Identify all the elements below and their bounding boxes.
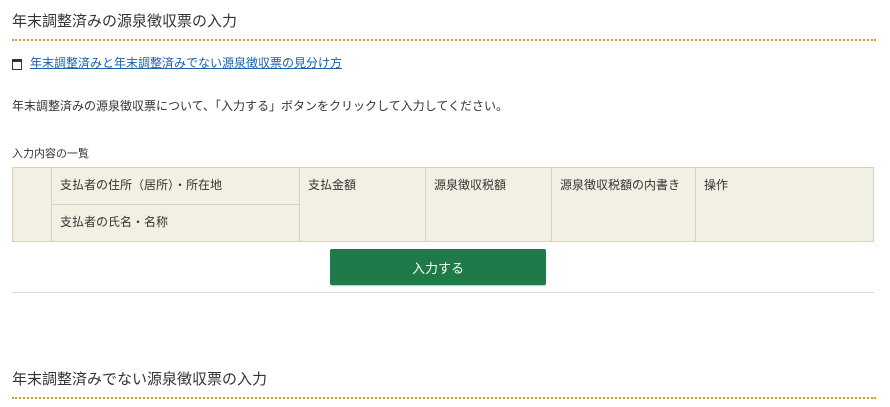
section-title-adjusted: 年末調整済みの源泉徴収票の入力 <box>12 11 876 41</box>
header-operation: 操作 <box>695 167 874 242</box>
help-link-row: 年末調整済みと年末調整済みでない源泉徴収票の見分け方 <box>12 55 342 71</box>
help-link[interactable]: 年末調整済みと年末調整済みでない源泉徴収票の見分け方 <box>30 55 342 71</box>
divider <box>12 292 874 293</box>
header-amount: 支払金額 <box>299 167 426 242</box>
input-button[interactable]: 入力する <box>330 249 546 285</box>
header-payer-name: 支払者の氏名・名称 <box>51 204 300 242</box>
header-withholding-tax: 源泉徴収税額 <box>425 167 552 242</box>
new-window-icon <box>12 59 22 70</box>
blank-header-cell <box>12 167 52 242</box>
input-list-table: 支払者の住所（居所）・所在地 支払金額 源泉徴収税額 源泉徴収税額の内書き 操作… <box>12 167 874 242</box>
page: 年末調整済みの源泉徴収票の入力 年末調整済みと年末調整済みでない源泉徴収票の見分… <box>0 0 890 407</box>
header-payer-address: 支払者の住所（居所）・所在地 <box>51 167 300 205</box>
instruction-text: 年末調整済みの源泉徴収票について、「入力する」ボタンをクリックして入力してくださ… <box>12 99 508 113</box>
header-tax-breakdown: 源泉徴収税額の内書き <box>551 167 696 242</box>
table-header-row: 支払者の住所（居所）・所在地 支払金額 源泉徴収税額 源泉徴収税額の内書き 操作 <box>12 167 874 242</box>
section-title-not-adjusted: 年末調整済みでない源泉徴収票の入力 <box>12 369 876 399</box>
list-caption: 入力内容の一覧 <box>12 147 89 160</box>
